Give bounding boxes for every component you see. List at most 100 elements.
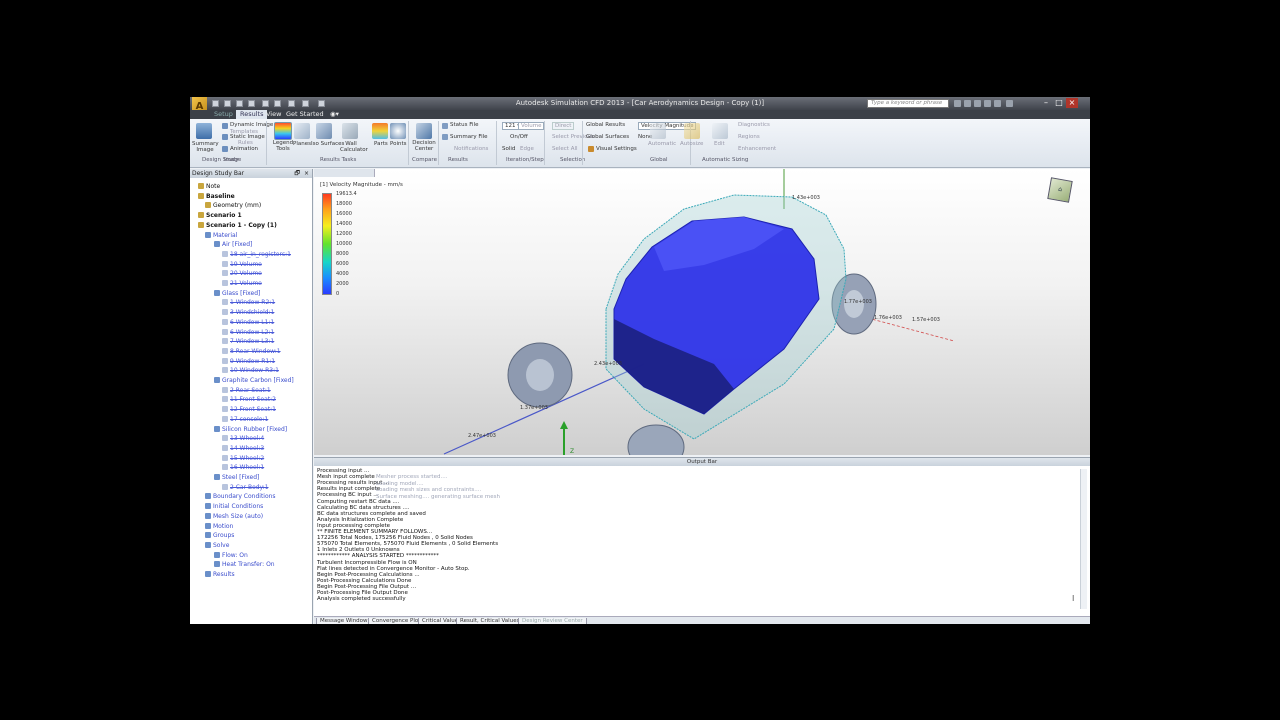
close-panel-icon[interactable]: ×: [304, 169, 309, 178]
subscription-icon[interactable]: [964, 100, 971, 107]
output-scrollbar[interactable]: [1080, 469, 1087, 609]
tree-item[interactable]: 11 Front Seat:2: [222, 396, 276, 403]
tree-item[interactable]: Initial Conditions: [205, 503, 263, 510]
status-file-button[interactable]: Status File: [450, 122, 478, 128]
solid-button[interactable]: Solid: [502, 146, 515, 152]
autosize-icon[interactable]: [684, 123, 700, 139]
parts-button[interactable]: Parts: [374, 141, 388, 147]
tree-item[interactable]: 10 Window R3:1: [222, 367, 279, 374]
tree-item[interactable]: Scenario 1: [198, 212, 242, 219]
tree-item[interactable]: Note: [198, 183, 220, 190]
close-button[interactable]: ×: [1066, 98, 1078, 108]
tree-item[interactable]: Air [Fixed]: [214, 241, 252, 248]
tree-item[interactable]: 12 Front Seat:1: [222, 406, 276, 413]
tree-item[interactable]: 2 Rear Seat:1: [222, 386, 271, 394]
camera-icon[interactable]: ◉▾: [326, 110, 343, 119]
redo-icon[interactable]: [274, 100, 281, 107]
undo-icon[interactable]: [262, 100, 269, 107]
on-off-button[interactable]: On/Off: [510, 134, 528, 140]
output-tab[interactable]: Message Window: [316, 618, 372, 624]
tree-item[interactable]: Solve: [205, 541, 229, 549]
planes-button[interactable]: Planes: [293, 141, 311, 147]
output-tab[interactable]: Result, Critical Values: [456, 618, 524, 624]
tree-item[interactable]: 2 Car Body:1: [222, 483, 269, 491]
parts-icon[interactable]: [372, 123, 388, 139]
tree-item[interactable]: 15 Wheel:2: [222, 454, 264, 462]
tab-get-started[interactable]: Get Started: [282, 110, 328, 119]
decision-center-button[interactable]: Decision Center: [412, 140, 436, 152]
tree-item[interactable]: 7 Window L3:1: [222, 338, 274, 345]
tree-item[interactable]: 6 Window L1:1: [222, 318, 274, 326]
decision-center-icon[interactable]: [416, 123, 432, 139]
tree-item[interactable]: Groups: [205, 532, 234, 539]
binoculars-icon[interactable]: [954, 100, 961, 107]
tree-item[interactable]: Boundary Conditions: [205, 493, 276, 500]
tree-item[interactable]: Flow: On: [214, 551, 248, 559]
tree-item[interactable]: Steel [Fixed]: [214, 474, 259, 481]
direct-dropdown[interactable]: Direct: [552, 122, 575, 130]
automatic-icon[interactable]: [650, 123, 666, 139]
edit-icon[interactable]: [712, 123, 728, 139]
tree-item[interactable]: Scenario 1 - Copy (1): [198, 221, 277, 229]
visual-settings-button[interactable]: Visual Settings: [596, 146, 637, 152]
search-input[interactable]: Type a keyword or phrase: [867, 99, 949, 108]
tree-item[interactable]: 21 Volume: [222, 280, 262, 287]
star-icon[interactable]: [984, 100, 991, 107]
tree-item[interactable]: 8 Rear Window:1: [222, 347, 281, 355]
tree-item[interactable]: Geometry (mm): [205, 202, 261, 209]
tree-item[interactable]: 16 Wheel:1: [222, 464, 264, 471]
legend-tools-icon[interactable]: [274, 122, 292, 140]
tree-item[interactable]: Baseline: [198, 192, 235, 200]
tree-item[interactable]: Mesh Size (auto): [205, 512, 263, 520]
help-icon[interactable]: [318, 100, 325, 107]
diagnostics-button[interactable]: Diagnostics: [738, 122, 770, 128]
output-tab[interactable]: Design Review Center: [518, 618, 587, 624]
tree-item[interactable]: 1 Window R2:1: [222, 299, 275, 306]
tree-item[interactable]: 3 Windshield:1: [222, 309, 274, 316]
open-icon[interactable]: [224, 100, 231, 107]
summary-image-button[interactable]: Summary Image: [192, 141, 219, 153]
legend-tools-button[interactable]: Legend Tools: [272, 140, 294, 152]
automatic-button[interactable]: Automatic: [648, 141, 676, 147]
tree-item[interactable]: 18 air_in_registers:1: [222, 250, 291, 258]
save-icon[interactable]: [236, 100, 243, 107]
output-tab[interactable]: Convergence Plot: [368, 618, 425, 624]
edit-button[interactable]: Edit: [714, 141, 725, 147]
graphics-window[interactable]: [1] Velocity Magnitude - mm/s 19613.4 180…: [314, 169, 1090, 455]
tree-item[interactable]: Results: [205, 571, 235, 578]
enhancement-button[interactable]: Enhancement: [738, 146, 776, 152]
car-model-graphic[interactable]: 1.43e+003 1.77e+003 1.76e+003 1.57e+003 …: [314, 169, 1090, 455]
volume-dropdown[interactable]: Volume: [518, 122, 545, 130]
minimize-button[interactable]: –: [1040, 98, 1052, 108]
tree-item[interactable]: 6 Window L2:1: [222, 328, 274, 336]
planes-icon[interactable]: [294, 123, 310, 139]
edge-button[interactable]: Edge: [520, 146, 534, 152]
new-icon[interactable]: [212, 100, 219, 107]
tree-item[interactable]: 14 Wheel:3: [222, 444, 264, 452]
pin-icon[interactable]: 🗗: [294, 169, 300, 178]
tab-setup[interactable]: Setup: [210, 110, 237, 119]
global-surfaces-button[interactable]: Global Surfaces: [586, 134, 629, 140]
wall-calculator-icon[interactable]: [342, 123, 358, 139]
tree-item[interactable]: Silicon Rubber [Fixed]: [214, 425, 287, 433]
tree-item[interactable]: 9 Window R1:1: [222, 357, 275, 365]
global-results-button[interactable]: Global Results: [586, 122, 625, 128]
tree-item[interactable]: Motion: [205, 522, 233, 530]
tree-item[interactable]: Glass [Fixed]: [214, 289, 260, 297]
communication-icon[interactable]: [974, 100, 981, 107]
options-icon[interactable]: [302, 100, 309, 107]
tree-item[interactable]: 17 console:1: [222, 415, 268, 423]
tree-item[interactable]: Heat Transfer: On: [214, 561, 275, 568]
wall-calculator-button[interactable]: Wall Calculator: [340, 141, 368, 153]
tree-item[interactable]: Graphite Carbon [Fixed]: [214, 377, 294, 384]
points-icon[interactable]: [390, 123, 406, 139]
maximize-button[interactable]: □: [1053, 98, 1065, 108]
summary-image-icon[interactable]: [196, 123, 212, 139]
points-button[interactable]: Points: [390, 141, 407, 147]
print-icon[interactable]: [288, 100, 295, 107]
tree-item[interactable]: Material: [205, 231, 237, 239]
iso-surfaces-icon[interactable]: [316, 123, 332, 139]
tree-item[interactable]: 13 Wheel:4: [222, 435, 264, 442]
notifications-button[interactable]: Notifications: [454, 146, 488, 152]
tree-item[interactable]: 19 Volume: [222, 260, 262, 268]
